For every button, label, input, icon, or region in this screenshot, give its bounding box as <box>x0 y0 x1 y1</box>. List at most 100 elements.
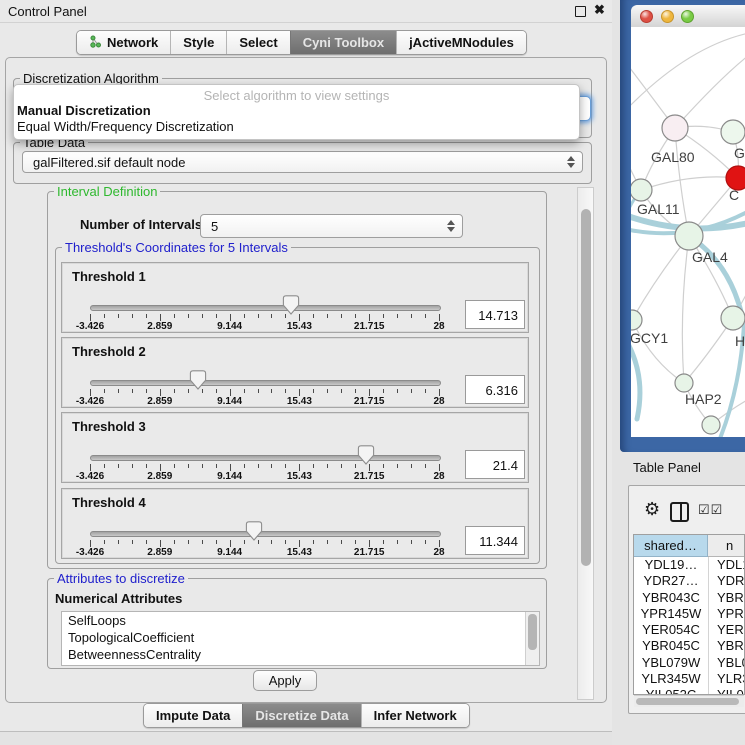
algorithm-option-manual-discretization[interactable]: Manual Discretization <box>17 103 151 118</box>
control-panel-window: Control Panel ✖ NetworkStyleSelectCyni T… <box>0 0 613 732</box>
table-data-combo-value: galFiltered.sif default node <box>33 155 185 170</box>
numerical-attributes-list[interactable]: SelfLoopsTopologicalCoefficientBetweenne… <box>61 611 540 666</box>
threshold-label: Threshold 2 <box>72 344 146 359</box>
tab-cyni-toolbox[interactable]: Cyni Toolbox <box>290 31 396 54</box>
control-panel-title: Control Panel <box>8 4 87 19</box>
network-node-h[interactable] <box>721 306 745 330</box>
gear-icon[interactable]: ⚙ <box>644 499 660 520</box>
slider-track[interactable] <box>90 455 441 461</box>
network-edge <box>641 177 738 190</box>
table-row[interactable]: YBR045C YBR0 <box>634 638 744 654</box>
network-node[interactable] <box>702 416 720 434</box>
close-traffic-light[interactable] <box>640 10 653 23</box>
combo-stepper-icon <box>447 220 455 232</box>
network-edge <box>632 236 689 320</box>
tab-network[interactable]: Network <box>77 31 170 54</box>
tab-infer-network[interactable]: Infer Network <box>361 704 469 727</box>
table-rows: YDL19…YDL1YDR27…YDR2YBR043CYBR0YPR145WYP… <box>634 557 744 695</box>
network-node-gal4[interactable] <box>675 222 703 250</box>
threshold-value-field[interactable]: 11.344 <box>465 526 525 555</box>
close-icon[interactable]: ✖ <box>594 2 605 18</box>
network-canvas[interactable]: GAL80GACGAL11GAL4GCY1HHAP2 <box>631 27 745 437</box>
attribute-item-selfloops[interactable]: SelfLoops <box>62 612 539 629</box>
float-window-icon[interactable] <box>575 6 586 17</box>
cell-shared-name[interactable]: YDR27… <box>634 573 708 589</box>
cell-shared-name[interactable]: YDL19… <box>634 557 708 573</box>
slider-track[interactable] <box>90 305 441 311</box>
attributes-group-title: Attributes to discretize <box>54 571 188 586</box>
cell-name[interactable]: YIL0 <box>717 687 744 695</box>
cell-shared-name[interactable]: YIL052C <box>634 687 708 695</box>
network-node-gcy1[interactable] <box>631 310 642 330</box>
cell-shared-name[interactable]: YBR043C <box>634 590 708 606</box>
slider-thumb[interactable] <box>357 445 375 465</box>
attribute-list-scrollbar[interactable] <box>525 612 539 665</box>
network-node-gal11[interactable] <box>631 179 652 201</box>
attribute-item-topologicalcoefficient[interactable]: TopologicalCoefficient <box>62 629 539 646</box>
zoom-traffic-light[interactable] <box>681 10 694 23</box>
cell-name[interactable]: YBR0 <box>717 590 744 606</box>
threshold-label: Threshold 4 <box>72 495 146 510</box>
cell-name[interactable]: YER0 <box>717 622 744 638</box>
scrollbar-thumb[interactable] <box>581 209 591 566</box>
threshold-value-field[interactable]: 14.713 <box>465 300 525 329</box>
cell-shared-name[interactable]: YPR145W <box>634 606 708 622</box>
tab-style[interactable]: Style <box>170 31 226 54</box>
cell-name[interactable]: YBR0 <box>717 638 744 654</box>
cell-name[interactable]: YPR1 <box>717 606 744 622</box>
threshold-value-field[interactable]: 6.316 <box>465 375 525 404</box>
network-node-ga[interactable] <box>721 120 745 144</box>
number-of-intervals-combo[interactable]: 5 <box>200 214 463 238</box>
attribute-item-betweennesscentrality[interactable]: BetweennessCentrality <box>62 646 539 663</box>
slider-thumb[interactable] <box>189 370 207 390</box>
tab-label: jActiveMNodules <box>409 35 514 50</box>
threshold-value-field[interactable]: 21.4 <box>465 450 525 479</box>
table-row[interactable]: YIL052C YIL0 <box>634 687 744 695</box>
table-data-combo[interactable]: galFiltered.sif default node <box>22 151 583 173</box>
table-row[interactable]: YDR27… YDR2 <box>634 573 744 589</box>
threshold-panel-1: Threshold 1-3.4262.8599.14415.4321.71528… <box>61 262 529 333</box>
cell-shared-name[interactable]: YER054C <box>634 622 708 638</box>
cell-shared-name[interactable]: YBR045C <box>634 638 708 654</box>
algorithm-option-equal-width-frequency-discretization[interactable]: Equal Width/Frequency Discretization <box>17 119 234 134</box>
network-edge <box>682 236 689 383</box>
column-layout-icon[interactable] <box>670 502 689 522</box>
network-node-hap2[interactable] <box>675 374 693 392</box>
network-node-gal80[interactable] <box>662 115 688 141</box>
node-label: GAL11 <box>637 201 680 217</box>
table-row[interactable]: YLR345W YLR3 <box>634 671 744 687</box>
cell-name[interactable]: YDR2 <box>717 573 744 589</box>
cell-name[interactable]: YBL0 <box>717 655 744 671</box>
tab-jactivemnodules[interactable]: jActiveMNodules <box>396 31 526 54</box>
tab-discretize-data[interactable]: Discretize Data <box>242 704 360 727</box>
table-row[interactable]: YBR043C YBR0 <box>634 590 744 606</box>
table-horizontal-scrollbar[interactable] <box>634 695 744 707</box>
cell-name[interactable]: YDL1 <box>717 557 744 573</box>
minimize-traffic-light[interactable] <box>661 10 674 23</box>
scrollbar-thumb[interactable] <box>528 614 537 650</box>
table-row[interactable]: YBL079W YBL0 <box>634 655 744 671</box>
column-header-shared-name[interactable]: shared… <box>634 535 708 557</box>
checkbox-icons[interactable]: ☑☑ <box>698 502 723 518</box>
cell-name[interactable]: YLR3 <box>717 671 744 687</box>
scrollbar-thumb[interactable] <box>636 698 739 705</box>
node-label: GAL80 <box>651 149 695 165</box>
table-row[interactable]: YER054C YER0 <box>634 622 744 638</box>
panel-vertical-scrollbar[interactable] <box>577 187 594 700</box>
table-row[interactable]: YPR145W YPR1 <box>634 606 744 622</box>
attribute-items: SelfLoopsTopologicalCoefficientBetweenne… <box>62 612 539 663</box>
slider-track[interactable] <box>90 380 441 386</box>
cell-shared-name[interactable]: YBL079W <box>634 655 708 671</box>
tab-label: Infer Network <box>374 708 457 723</box>
toolbox-tab-bar: NetworkStyleSelectCyni Toolbox jActiveMNo… <box>76 30 527 55</box>
table-row[interactable]: YDL19… YDL1 <box>634 557 744 573</box>
slider-track[interactable] <box>90 531 441 537</box>
slider-thumb[interactable] <box>282 295 300 315</box>
cell-shared-name[interactable]: YLR345W <box>634 671 708 687</box>
tab-impute-data[interactable]: Impute Data <box>144 704 242 727</box>
apply-button[interactable]: Apply <box>253 670 317 691</box>
tab-select[interactable]: Select <box>226 31 289 54</box>
node-attribute-table[interactable]: shared… n YDL19…YDL1YDR27…YDR2YBR043CYBR… <box>633 534 745 695</box>
slider-thumb[interactable] <box>245 521 263 541</box>
column-header-name[interactable]: n <box>708 535 745 557</box>
